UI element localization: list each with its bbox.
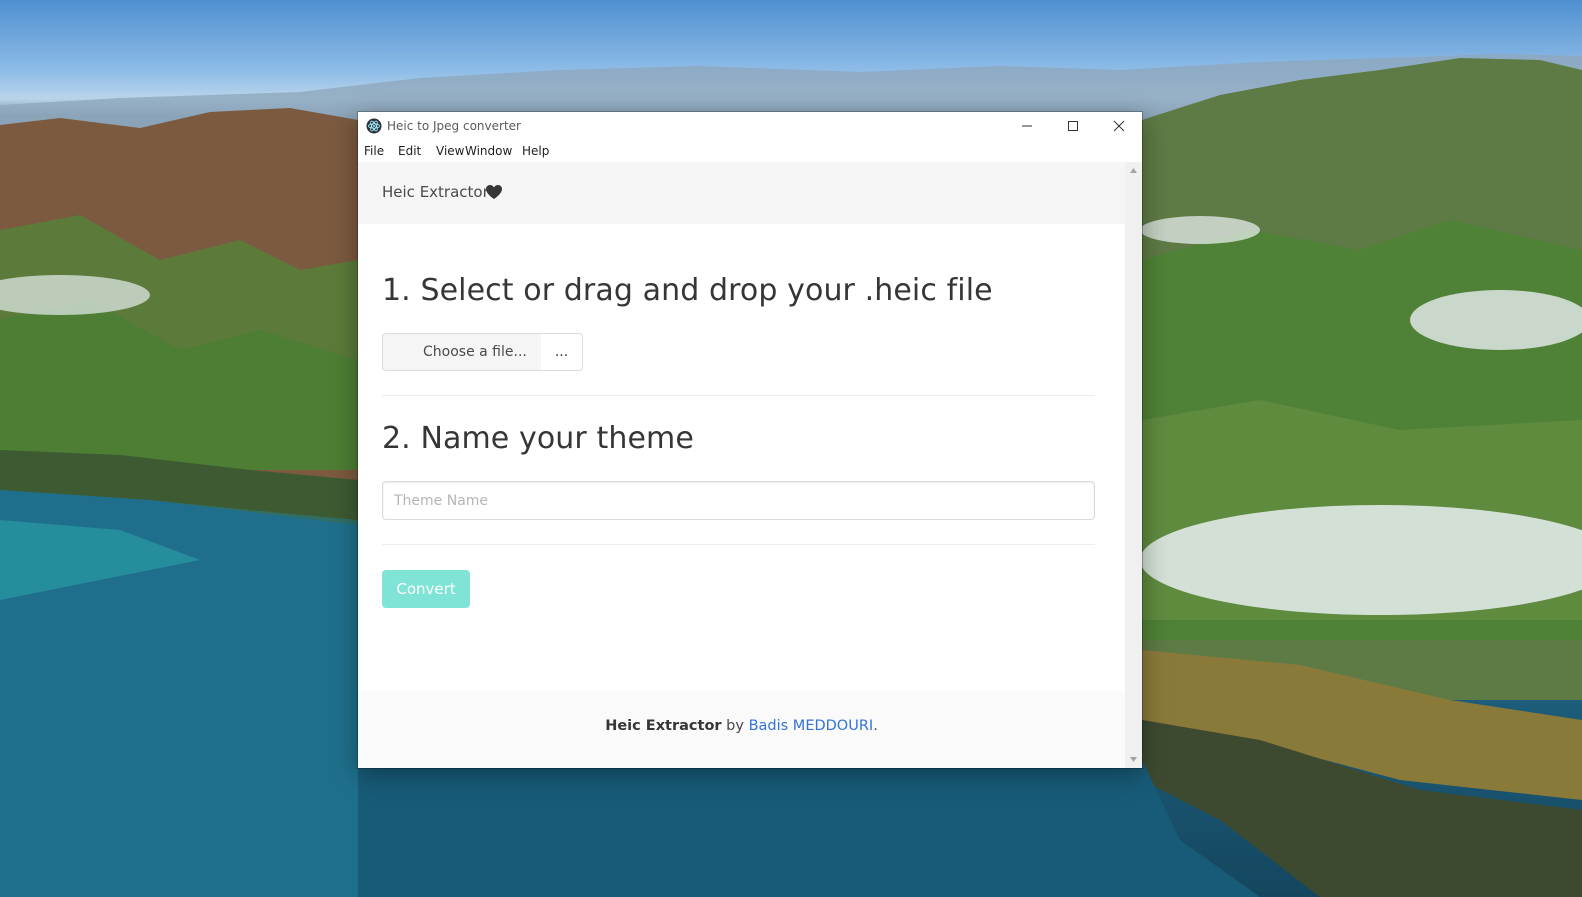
scroll-down-arrow-icon	[1130, 757, 1137, 762]
convert-button[interactable]: Convert	[382, 570, 470, 608]
heart-icon	[486, 185, 502, 199]
footer: Heic Extractor by Badis MEDDOURI.	[358, 691, 1125, 768]
menu-bar: File Edit View Window Help	[358, 140, 1142, 162]
title-bar[interactable]: Heic to Jpeg converter	[358, 112, 1142, 140]
maximize-icon	[1068, 121, 1078, 131]
choose-file-button[interactable]: Choose a file...	[382, 333, 542, 371]
minimize-button[interactable]	[1004, 112, 1050, 140]
scroll-up-button[interactable]	[1125, 162, 1142, 179]
author-link[interactable]: Badis MEDDOURI	[749, 718, 874, 734]
footer-credit: Heic Extractor by Badis MEDDOURI.	[358, 718, 1125, 734]
choose-file-label: Choose a file...	[423, 344, 527, 360]
file-picker[interactable]: Choose a file... ...	[382, 333, 584, 371]
scroll-up-arrow-icon	[1130, 168, 1137, 173]
page-content: Heic Extractor 1. Select or drag and dro…	[358, 162, 1125, 768]
selected-file-name[interactable]: ...	[541, 333, 583, 371]
menu-file[interactable]: File	[364, 144, 384, 158]
window-title: Heic to Jpeg converter	[387, 119, 521, 133]
close-icon	[1113, 120, 1125, 132]
vertical-scrollbar[interactable]	[1125, 162, 1142, 768]
menu-help[interactable]: Help	[522, 144, 549, 158]
file-name-placeholder: ...	[554, 344, 569, 360]
section-divider	[382, 544, 1095, 545]
menu-view[interactable]: View	[436, 144, 464, 158]
maximize-button[interactable]	[1050, 112, 1096, 140]
menu-window[interactable]: Window	[465, 144, 512, 158]
navbar-brand[interactable]: Heic Extractor	[382, 183, 489, 201]
footer-app-name: Heic Extractor	[605, 718, 722, 734]
theme-name-heading: 2. Name your theme	[382, 421, 694, 456]
app-window: Heic to Jpeg converter File Edit View Wi…	[358, 112, 1142, 768]
minimize-icon	[1022, 125, 1032, 127]
theme-name-input[interactable]	[382, 481, 1095, 520]
section-divider	[382, 395, 1095, 396]
electron-app-icon	[366, 118, 382, 134]
footer-by: by	[721, 718, 749, 734]
footer-period: .	[873, 718, 878, 734]
navbar: Heic Extractor	[358, 162, 1125, 224]
close-button[interactable]	[1096, 112, 1142, 140]
menu-edit[interactable]: Edit	[398, 144, 421, 158]
scroll-down-button[interactable]	[1125, 751, 1142, 768]
select-file-heading: 1. Select or drag and drop your .heic fi…	[382, 273, 993, 308]
